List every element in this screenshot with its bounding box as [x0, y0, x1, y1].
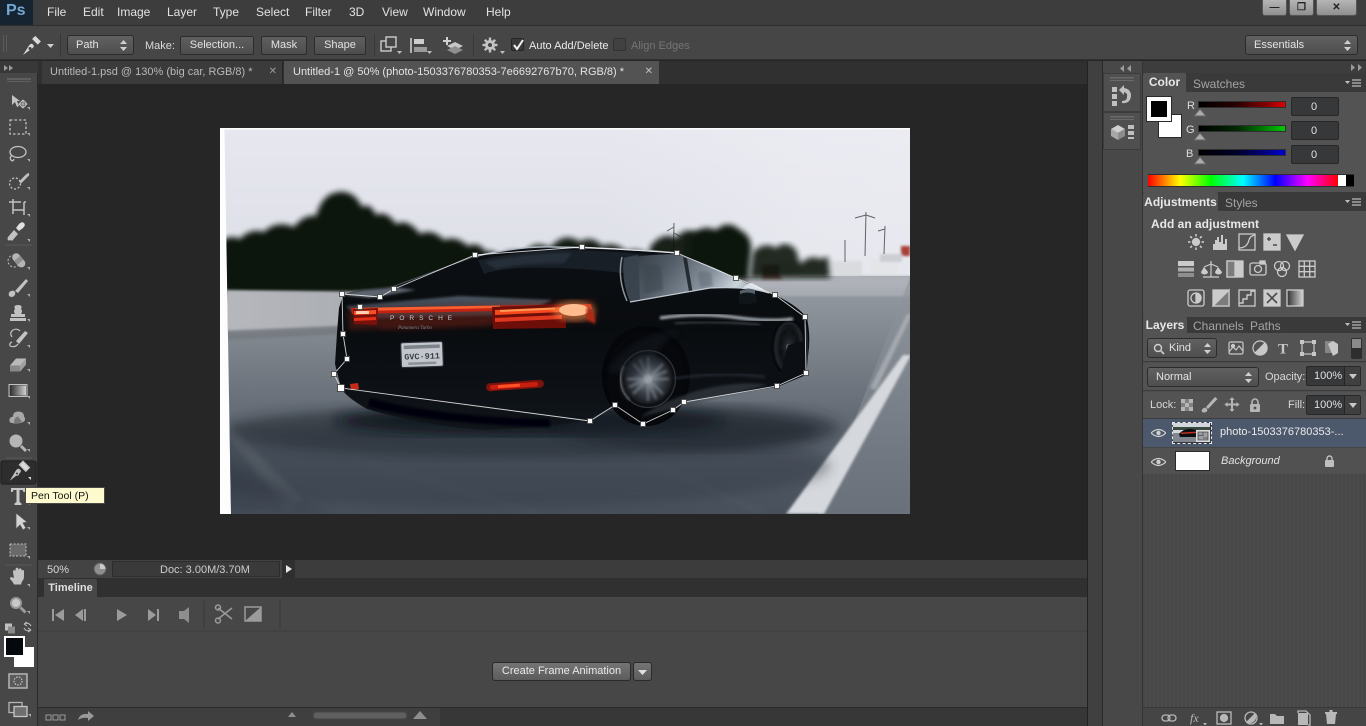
svg-text:fx: fx [1190, 711, 1199, 725]
svg-text:Panamera Turbo: Panamera Turbo [397, 326, 433, 331]
svg-text:T: T [1278, 342, 1288, 358]
svg-text:PORSCHE: PORSCHE [390, 315, 457, 322]
svg-text:GVC·911: GVC·911 [404, 351, 440, 362]
